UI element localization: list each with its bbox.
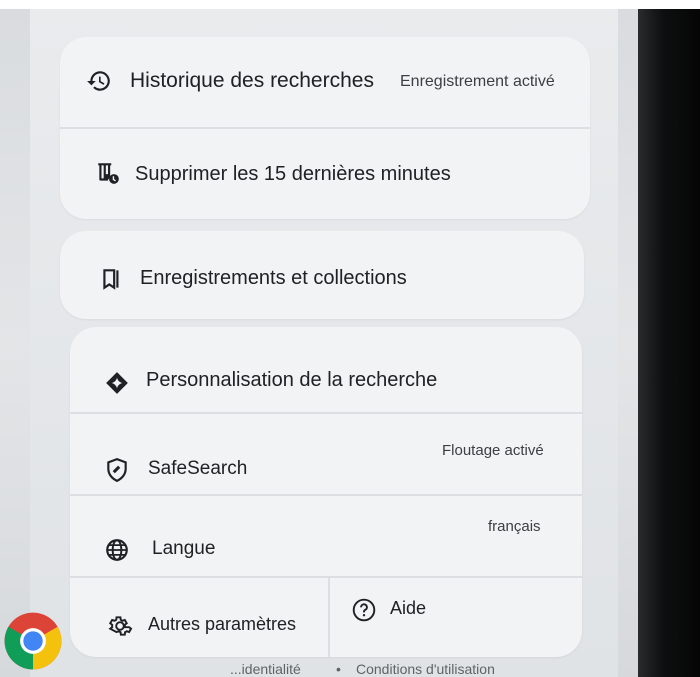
privacy-link[interactable]: ...identialité <box>230 661 301 677</box>
gear-icon <box>106 612 134 640</box>
delete-recent-label: Supprimer les 15 dernières minutes <box>135 163 451 185</box>
help-row[interactable]: Aide <box>330 578 582 657</box>
bookmark-icon <box>98 265 126 293</box>
settings-sheet: Historique des recherches Enregistrement… <box>30 9 618 677</box>
more-settings-row[interactable]: Autres paramètres <box>70 578 328 657</box>
help-label: Aide <box>390 598 427 618</box>
sparkle-icon <box>103 369 131 397</box>
language-label: Langue <box>152 538 216 559</box>
search-history-status: Enregistrement activé <box>400 73 555 90</box>
safesearch-status: Floutage activé <box>442 442 544 459</box>
help-circle-icon <box>350 596 378 624</box>
saves-row[interactable]: Enregistrements et collections <box>60 231 584 319</box>
terms-link[interactable]: Conditions d'utilisation <box>356 661 495 677</box>
preferences-card: Personnalisation de la recherche SafeSea… <box>70 327 582 657</box>
history-card: Historique des recherches Enregistrement… <box>60 37 590 219</box>
personalization-label: Personnalisation de la recherche <box>146 369 438 391</box>
saves-card: Enregistrements et collections <box>60 231 584 319</box>
delete-history-icon <box>94 159 122 187</box>
search-history-row[interactable]: Historique des recherches Enregistrement… <box>60 37 590 127</box>
safesearch-row[interactable]: SafeSearch Floutage activé <box>70 414 582 494</box>
more-settings-label: Autres paramètres <box>148 614 297 634</box>
search-history-label: Historique des recherches <box>130 69 374 92</box>
device-bezel <box>638 9 700 677</box>
top-strip <box>0 0 700 9</box>
globe-icon <box>103 536 131 564</box>
footer-separator: • <box>336 661 341 677</box>
delete-recent-row[interactable]: Supprimer les 15 dernières minutes <box>60 129 590 219</box>
chrome-logo-icon[interactable] <box>2 610 64 672</box>
history-icon <box>85 67 113 95</box>
language-row[interactable]: Langue français <box>70 496 582 576</box>
safesearch-label: SafeSearch <box>148 458 248 479</box>
saves-label: Enregistrements et collections <box>140 267 407 289</box>
language-status: français <box>488 518 541 535</box>
safesearch-shield-icon <box>103 456 131 484</box>
personalization-row[interactable]: Personnalisation de la recherche <box>70 327 582 412</box>
